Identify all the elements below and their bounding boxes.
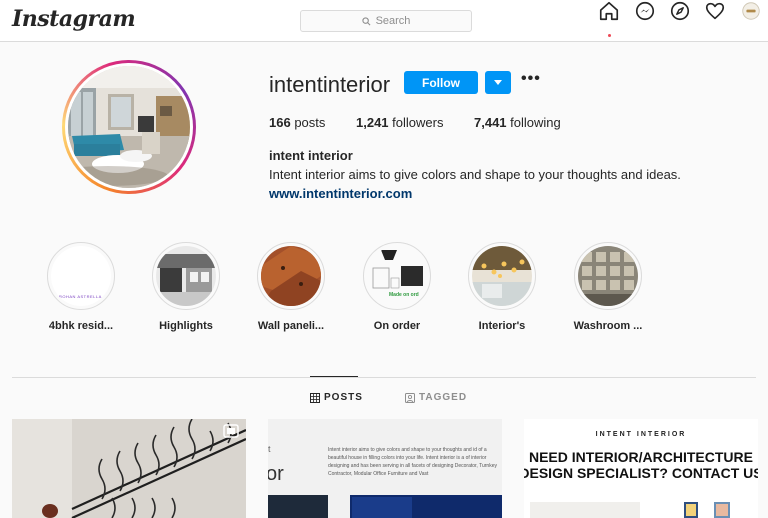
profile-picture [68,66,190,188]
highlight-label: Wall paneli... [257,320,325,332]
active-tab-indicator [310,376,358,377]
highlight-thumbnail [156,246,216,306]
story-highlight[interactable]: Highlights [138,242,234,332]
highlight-label: Interior's [478,320,526,332]
caret-down-icon [494,79,502,85]
story-highlight[interactable]: Made on ord On order [349,242,445,332]
more-options-button[interactable]: ••• [521,71,543,92]
tab-tagged-label: TAGGED [419,392,468,403]
tab-posts[interactable]: POSTS [310,392,363,403]
top-bar: Instagram Search [0,0,768,42]
tab-tagged[interactable]: TAGGED [405,392,467,403]
story-highlight[interactable]: Wall paneli... [243,242,339,332]
story-highlight[interactable]: Washroom ... [560,242,656,332]
posts-stat-label: posts [290,115,326,130]
post-thumbnail[interactable] [12,419,246,518]
highlight-thumbnail [578,246,638,306]
search-icon [361,16,371,25]
tabs-divider [12,377,756,378]
highlight-thumbnail [261,246,321,306]
highlight-label: Washroom ... [573,320,643,332]
highlight-label: Highlights [159,320,213,332]
explore-compass-icon[interactable] [669,0,693,24]
profile-full-name: intent interior [269,148,353,163]
tab-posts-label: POSTS [324,392,363,403]
profile-website-link[interactable]: www.intentinterior.com [269,186,412,201]
profile-username: intentinterior [269,72,391,97]
post-thumbnail[interactable]: t or Intent interior aims to give colors… [268,419,502,518]
following-stat[interactable]: 7,441 following [474,115,561,130]
highlight-thumbnail: Made on ord [367,246,427,306]
followers-stat[interactable]: 1,241 followers [356,115,474,130]
profile-avatar[interactable] [62,60,196,194]
followers-stat-label: followers [388,115,444,130]
instagram-logo[interactable]: Instagram [12,6,136,32]
highlight-thumbnail: ROHAN ASTRELLA [51,246,111,306]
posts-stat: 166 posts [269,115,356,130]
notification-dot [608,34,611,37]
post-brand-text: INTENT INTERIOR [595,431,687,438]
story-highlight[interactable]: ROHAN ASTRELLA 4bhk resid... [33,242,129,332]
profile-avatar-icon[interactable] [740,0,764,24]
search-input[interactable]: Search [300,10,472,32]
post-text-fragment: or [268,463,284,485]
post-text-fragment: t [268,444,271,454]
highlight-thumbnail-caption: Made on ord [389,292,419,298]
post-heading-text: NEED INTERIOR/ARCHITECTURE DESIGN SPECIA… [524,449,758,481]
following-stat-label: following [506,115,561,130]
messenger-icon[interactable] [634,0,658,24]
home-icon[interactable] [598,0,622,24]
follow-button[interactable]: Follow [404,71,478,94]
highlight-thumbnail-caption: ROHAN ASTRELLA [59,294,102,299]
following-count: 7,441 [474,115,507,130]
posts-count: 166 [269,115,291,130]
story-highlight[interactable]: Interior's [454,242,550,332]
post-body-text: Intent interior aims to give colors and … [328,447,497,477]
highlight-label: 4bhk resid... [48,320,114,332]
grid-icon [310,392,320,403]
activity-heart-icon[interactable] [704,0,728,24]
followers-count: 1,241 [356,115,389,130]
search-placeholder: Search [375,15,411,27]
suggested-accounts-dropdown-button[interactable] [485,71,511,94]
tagged-user-icon [405,392,415,403]
profile-bio: Intent interior aims to give colors and … [269,167,681,182]
highlight-thumbnail [472,246,532,306]
post-thumbnail[interactable]: INTENT INTERIOR NEED INTERIOR/ARCHITECTU… [524,419,758,518]
highlight-label: On order [373,320,421,332]
profile-stats: 166 posts 1,241 followers 7,441 followin… [269,115,561,130]
